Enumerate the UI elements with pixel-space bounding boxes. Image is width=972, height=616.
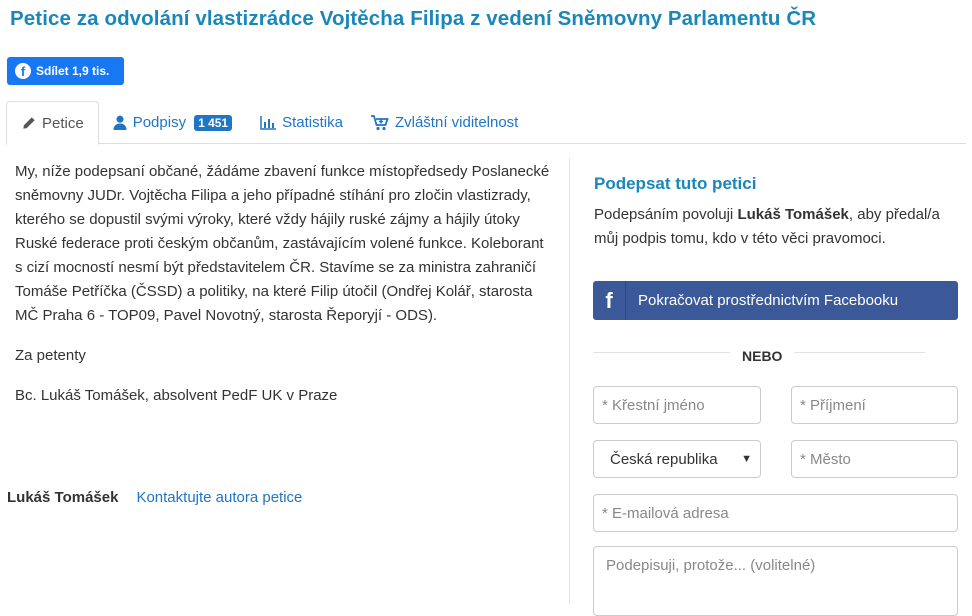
or-label: NEBO — [730, 348, 795, 364]
last-name-input[interactable] — [791, 386, 958, 424]
facebook-share-button[interactable]: f Sdílet 1,9 tis. — [7, 57, 124, 85]
pencil-icon — [21, 116, 36, 131]
tab-zvlastni-viditelnost[interactable]: Zvláštní viditelnost — [357, 101, 532, 144]
country-value: Česká republika — [610, 450, 718, 468]
facebook-icon: f — [15, 63, 31, 79]
page-title: Petice za odvolání vlastizrádce Vojtěcha… — [10, 7, 817, 30]
petition-paragraph: Bc. Lukáš Tomášek, absolvent PedF UK v P… — [15, 387, 338, 404]
sign-desc-prefix: Podepsáním povoluji — [594, 206, 738, 223]
user-icon — [113, 115, 127, 130]
bar-chart-icon — [260, 115, 277, 130]
contact-author-link[interactable]: Kontaktujte autora petice — [136, 489, 302, 506]
tab-bar: Petice Podpisy 1 451 Statistika Zvláštní… — [6, 101, 966, 145]
cart-icon — [370, 114, 389, 131]
tab-label: Statistika — [282, 114, 343, 131]
email-input[interactable] — [593, 494, 958, 532]
first-name-input[interactable] — [593, 386, 761, 424]
petition-text: My, níže podepsaní občané, žádáme zbaven… — [15, 160, 555, 424]
caret-down-icon: ▼ — [741, 453, 752, 465]
sign-desc-author: Lukáš Tomášek — [737, 206, 849, 223]
facebook-continue-button[interactable]: f Pokračovat prostřednictvím Facebooku — [593, 281, 958, 320]
share-label: Sdílet 1,9 tis. — [36, 64, 110, 78]
column-divider — [569, 158, 570, 604]
author-row: Lukáš Tomášek Kontaktujte autora petice — [7, 489, 302, 506]
facebook-continue-label: Pokračovat prostřednictvím Facebooku — [638, 292, 899, 309]
sign-title: Podepsat tuto petici — [594, 174, 757, 193]
tab-label: Podpisy — [132, 114, 187, 131]
country-select[interactable]: Česká republika ▼ — [593, 440, 761, 478]
facebook-icon: f — [593, 281, 626, 320]
author-name: Lukáš Tomášek — [7, 489, 119, 506]
city-input[interactable] — [791, 440, 958, 478]
reason-textarea[interactable] — [593, 546, 958, 616]
tab-label: Petice — [42, 114, 84, 132]
sign-description: Podepsáním povoluji Lukáš Tomášek, aby p… — [594, 203, 966, 251]
petition-paragraph: Za petenty — [15, 347, 86, 364]
tab-label: Zvláštní viditelnost — [394, 114, 519, 131]
signature-count-badge: 1 451 — [194, 114, 233, 131]
tab-podpisy[interactable]: Podpisy 1 451 — [99, 101, 246, 144]
petition-paragraph: My, níže podepsaní občané, žádáme zbaven… — [15, 163, 550, 324]
tab-statistika[interactable]: Statistika — [246, 101, 357, 144]
tab-petice[interactable]: Petice — [6, 101, 99, 145]
